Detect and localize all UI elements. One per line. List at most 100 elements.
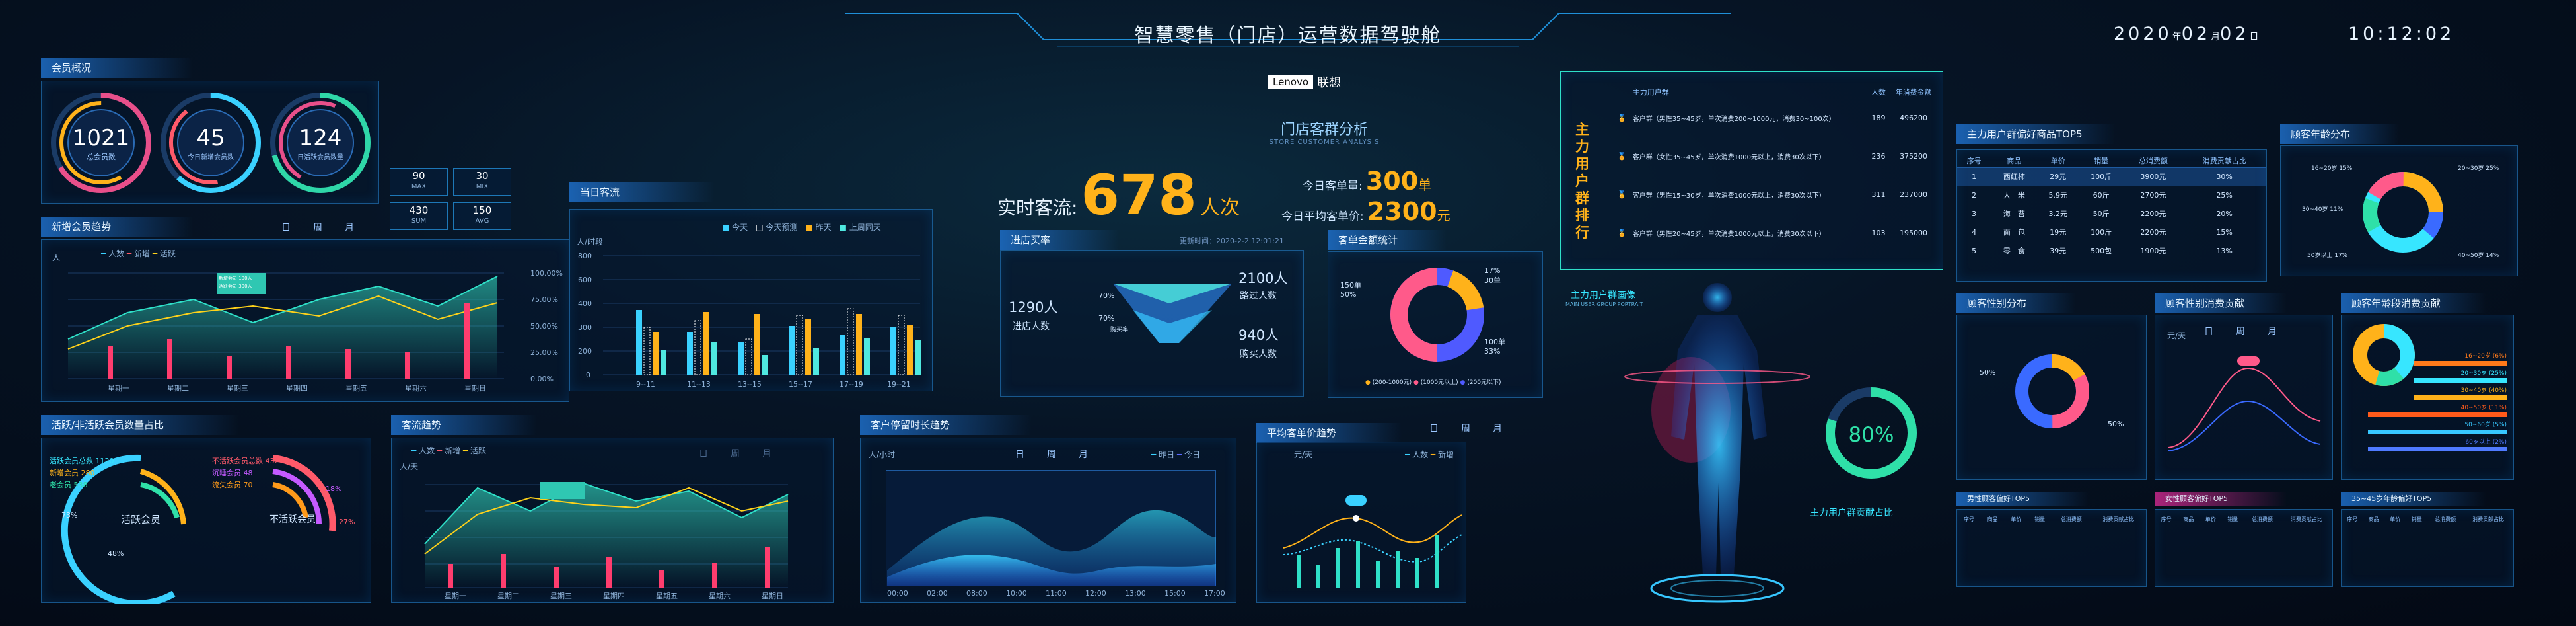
active-pct-right: 27% — [339, 518, 355, 526]
age-label-1: 16~20岁 15% — [2311, 165, 2353, 172]
age-contrib-title: 顾客年龄段消费贡献 — [2341, 293, 2486, 313]
order-b: 17% 30单 — [1484, 266, 1501, 285]
age-top5-title: 35~45岁年龄偏好TOP5 — [2341, 492, 2486, 506]
svg-text:9--11: 9--11 — [636, 380, 655, 389]
svg-text:13--15: 13--15 — [738, 380, 762, 389]
funnel-update-time: 更新时间：2020-2-2 12:01:21 — [1180, 237, 1284, 245]
tab-week[interactable]: 周 — [1461, 422, 1470, 435]
funnel-pct1: 70% — [1098, 292, 1115, 300]
female-top5-panel: 序号 商品 单价 销量 总消费额 消费贡献占比 — [2155, 509, 2333, 587]
order-c: 100单 33% — [1484, 338, 1505, 356]
age-bar: 60岁以上 (2%) — [2368, 437, 2515, 451]
svg-text:星期五: 星期五 — [345, 384, 367, 393]
stat-max: 90 MAX — [390, 168, 448, 196]
svg-text:0: 0 — [586, 371, 590, 379]
new-member-callout: 新增会员 100人 活跃会员 300人 — [219, 276, 252, 289]
total-members-label: 总会员数 — [87, 153, 116, 161]
avg-price-chart — [1283, 495, 1462, 588]
gender-dist-title: 顾客性别分布 — [1956, 293, 2075, 313]
svg-text:星期三: 星期三 — [550, 592, 572, 600]
table-row: 5零 食 39元 500包 1900元 13% — [1972, 246, 2233, 256]
svg-text:100.00%: 100.00% — [530, 269, 563, 278]
svg-text:星期六: 星期六 — [709, 592, 731, 600]
table-row: 2大 米 5.9元 60斤 2700元 25% — [1972, 190, 2233, 200]
svg-text:15--17: 15--17 — [789, 380, 812, 389]
age-bar: 50~60岁 (5%) — [2368, 420, 2515, 434]
tab-day[interactable]: 日 — [1429, 422, 1439, 435]
top5-table: 序号 商品 单价 销量 总消费额 消费贡献占比 1 西红柿 29元 100斤 3900元 30% 2… — [1957, 154, 2266, 260]
ranking-panel: 主力用户群排行 主力用户群 人数 年消费金额 🏅 客户群（男性35~45岁，单次消费2… — [1560, 71, 1943, 270]
medal-icon: 🏅 — [1617, 228, 1627, 237]
age-top5-panel: 序号 商品 单价 销量 总消费额 消费贡献占比 — [2341, 509, 2514, 587]
gender-contrib-chart — [2168, 356, 2321, 451]
age-contrib-bars: 16~20岁 (6%) 20~30岁 (25%) 30~40岁 (40%) 40… — [2342, 348, 2515, 451]
age-bar: 16~20岁 (6%) — [2414, 351, 2515, 366]
member-overview-title: 会员概况 — [41, 58, 193, 78]
svg-text:19--21: 19--21 — [887, 380, 911, 389]
order-stats-panel: 150单 50% 17% 30单 100单 33% ● (200-1000元) ● (… — [1328, 251, 1543, 398]
svg-text:17--19: 17--19 — [840, 380, 863, 389]
center-subtitle: 门店客群分析 — [1280, 122, 1368, 138]
svg-text:11--13: 11--13 — [687, 380, 711, 389]
dwell-chart: 00:00 02:00 08:00 10:00 11:00 12:00 13:00 15:00… — [887, 510, 1225, 598]
new-member-trend-tabs: 日周月 — [259, 221, 354, 234]
svg-text:400: 400 — [578, 299, 592, 308]
realtime-unit: 人次 — [1199, 196, 1240, 219]
today-avg-price: 今日平均客单价: 2300元 — [1281, 197, 1450, 226]
svg-text:200: 200 — [578, 347, 592, 356]
tab-month[interactable]: 月 — [345, 221, 354, 234]
realtime-value: 678 — [1081, 163, 1197, 227]
svg-text:12:00: 12:00 — [1085, 589, 1106, 598]
active-members-label: 日活跃会员数量 — [297, 154, 343, 161]
lenovo-cn-logo: 联想 — [1317, 76, 1342, 90]
dwell-panel: 人/小时 日周月 ━ 昨日 ━ 今日 00:00 02:00 08:00 10:00 1… — [860, 438, 1236, 603]
female-top5-title: 女性顾客偏好TOP5 — [2155, 492, 2287, 506]
svg-text:星期四: 星期四 — [603, 592, 625, 600]
tab-week[interactable]: 周 — [313, 221, 322, 234]
age-contrib-panel: 16~20岁 (6%) 20~30岁 (25%) 30~40岁 (40%) 40… — [2341, 315, 2514, 480]
active-pct-left: 73% — [61, 511, 78, 520]
stat-avg: 150 AVG — [453, 202, 511, 230]
svg-text:300: 300 — [578, 323, 592, 332]
medal-icon: 🏅 — [1617, 151, 1627, 161]
order-a: 150单 50% — [1340, 281, 1361, 299]
gender-dist-panel: 50% 50% — [1956, 315, 2147, 480]
funnel-enter: 1290人 — [1009, 299, 1058, 315]
active-ratio-title: 活跃/非活跃会员数量占比 — [41, 415, 239, 435]
tab-month[interactable]: 月 — [1493, 422, 1502, 435]
new-member-trend-panel: 人 ━ 人数 ━ 新增 ━ 活跃 星期一 星期二 星期三 星期四 星期五 星期六 星期日 1… — [41, 239, 569, 402]
gender-contrib-title: 顾客性别消费贡献 — [2155, 293, 2287, 313]
contrib-label: 主力用户群贡献占比 — [1810, 508, 1893, 518]
active-name-left: 活跃会员 — [121, 514, 161, 526]
top5-panel: 序号 商品 单价 销量 总消费额 消费贡献占比 1 西红柿 29元 100斤 3900元 30% 2… — [1956, 149, 2267, 282]
top5-title: 主力用户群偏好商品TOP5 — [1956, 124, 2115, 144]
funnel-panel: 1290人 进店人数 70% 70% 购买率 2100人 路过人数 940人 购… — [1000, 250, 1304, 397]
svg-text:600: 600 — [578, 276, 592, 284]
active-left-labels: 活跃会员总数 1120 新增会员 280 老会员 538 — [50, 457, 114, 489]
gender-pct-right: 50% — [2108, 420, 2124, 428]
age-label-5: 40~50岁 14% — [2458, 253, 2499, 259]
ranking-vertical-title: 主力用户群排行 — [1575, 122, 1589, 241]
age-bar: 30~40岁 (40%) — [2414, 385, 2515, 400]
svg-text:08:00: 08:00 — [966, 589, 987, 598]
funnel-buy-rate-label: 购买率 — [1110, 327, 1129, 333]
svg-text:15:00: 15:00 — [1164, 589, 1186, 598]
active-right-labels: 不活跃会员总数 432 沉睡会员 48 流失会员 70 — [212, 457, 279, 489]
funnel-title: 进店买率 — [1000, 230, 1119, 250]
age-dist-title: 顾客年龄分布 — [2280, 124, 2399, 144]
funnel-pct2: 70% — [1098, 314, 1115, 323]
active-ratio-panel: 活跃会员总数 1120 新增会员 280 老会员 538 不活跃会员总数 432… — [41, 438, 371, 604]
funnel-pass-label: 路过人数 — [1240, 291, 1277, 301]
svg-text:13:00: 13:00 — [1125, 589, 1146, 598]
flow-trend-title: 客流趋势 — [391, 415, 536, 435]
medal-icon: 🏅 — [1617, 190, 1627, 199]
dwell-title: 客户停留时长趋势 — [860, 415, 1032, 435]
tab-day[interactable]: 日 — [281, 221, 291, 234]
funnel-buy: 940人 — [1238, 327, 1279, 343]
svg-text:10:00: 10:00 — [1006, 589, 1027, 598]
realtime-label: 实时客流: — [997, 197, 1078, 219]
avg-price-panel: 元/天 ━ 人数 ━ 新增 — [1256, 442, 1466, 603]
age-label-2: 20~30岁 25% — [2458, 165, 2499, 172]
svg-text:02:00: 02:00 — [927, 589, 948, 598]
svg-text:11:00: 11:00 — [1046, 589, 1067, 598]
